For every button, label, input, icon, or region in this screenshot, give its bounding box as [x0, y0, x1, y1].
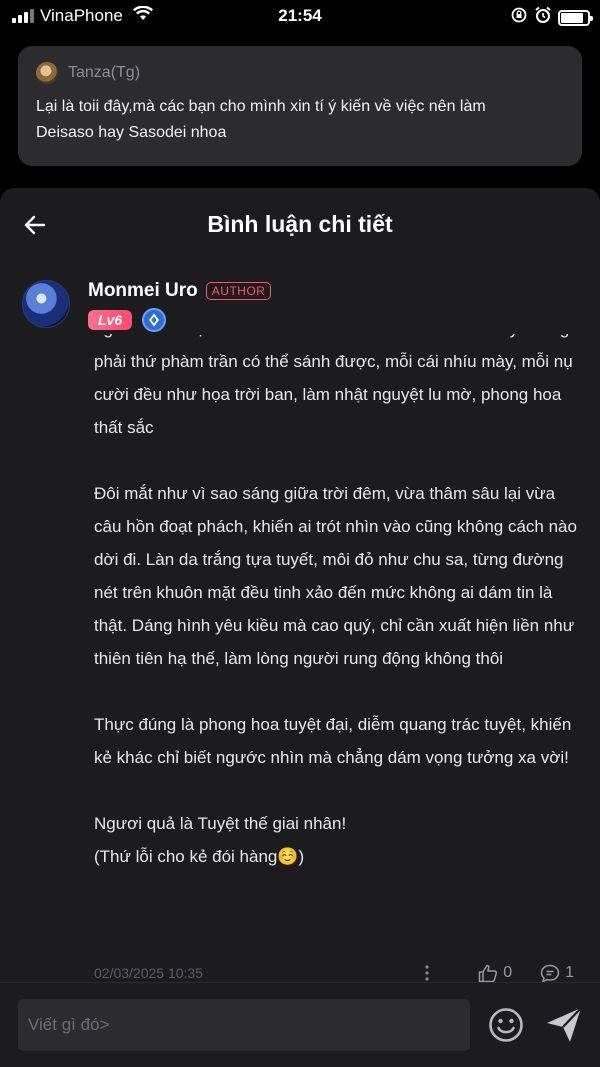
more-options-button[interactable]	[412, 965, 442, 981]
post-author-avatar	[36, 62, 58, 84]
post-text-line: Deisaso hay Sasodei nhoa	[36, 124, 227, 141]
like-button[interactable]: 0	[478, 964, 512, 983]
comment-detail-sheet: Bình luận chi tiết Monmei Uro AUTHOR Lv6…	[0, 188, 600, 1067]
comment-paragraph: Thực đúng là phong hoa tuyệt đại, diễm q…	[94, 715, 572, 767]
comment-input[interactable]: Viết gì đó>	[18, 999, 470, 1051]
emoji-icon	[489, 1008, 523, 1042]
status-bar: VinaPhone 21:54	[0, 0, 600, 34]
author-badge: AUTHOR	[205, 282, 272, 300]
battery-icon	[558, 9, 593, 26]
post-card[interactable]: Tanza(Tg) Lại là toii đây,mà các bạn cho…	[18, 46, 582, 166]
more-icon	[425, 965, 429, 981]
like-icon	[478, 964, 498, 982]
back-button[interactable]	[20, 210, 50, 240]
reply-button[interactable]: 1	[540, 964, 574, 983]
post-text: Lại là toii đây,mà các bạn cho mình xin …	[36, 94, 564, 146]
sheet-header: Bình luận chi tiết	[0, 188, 600, 260]
comment-header: Monmei Uro AUTHOR Lv6	[22, 280, 272, 332]
send-icon	[547, 1007, 582, 1042]
comment-paragraph: người nhìn một lần liền tâm thần chao đả…	[94, 334, 573, 437]
comment-paragraph: Ngươi quả là Tuyệt thế giai nhân!	[94, 814, 347, 833]
rotation-lock-icon	[510, 6, 528, 29]
post-author-name: Tanza(Tg)	[68, 64, 141, 81]
comment-paragraph: Đôi mắt như vì sao sáng giữa trời đêm, v…	[94, 484, 577, 668]
avatar[interactable]	[22, 280, 70, 328]
page-title: Bình luận chi tiết	[207, 210, 393, 237]
alarm-icon	[534, 6, 552, 29]
send-button[interactable]	[544, 1005, 584, 1045]
comment-author-name[interactable]: Monmei Uro	[88, 280, 198, 302]
reply-count: 1	[565, 964, 574, 981]
comment-timestamp: 02/03/2025 10:35	[94, 965, 203, 981]
emoji-button[interactable]	[488, 1007, 524, 1043]
back-arrow-icon	[24, 215, 46, 235]
comment-icon	[540, 964, 560, 983]
post-text-line: Lại là toii đây,mà các bạn cho mình xin …	[36, 98, 486, 115]
comment-body: người nhìn một lần liền tâm thần chao đả…	[94, 334, 584, 964]
level-badge: Lv6	[88, 310, 133, 330]
comment-input-bar: Viết gì đó>	[0, 982, 600, 1067]
diamond-icon	[142, 308, 167, 332]
like-count: 0	[503, 964, 513, 981]
comment-paragraph: (Thứ lỗi cho kẻ đói hàng☺️)	[94, 847, 305, 866]
